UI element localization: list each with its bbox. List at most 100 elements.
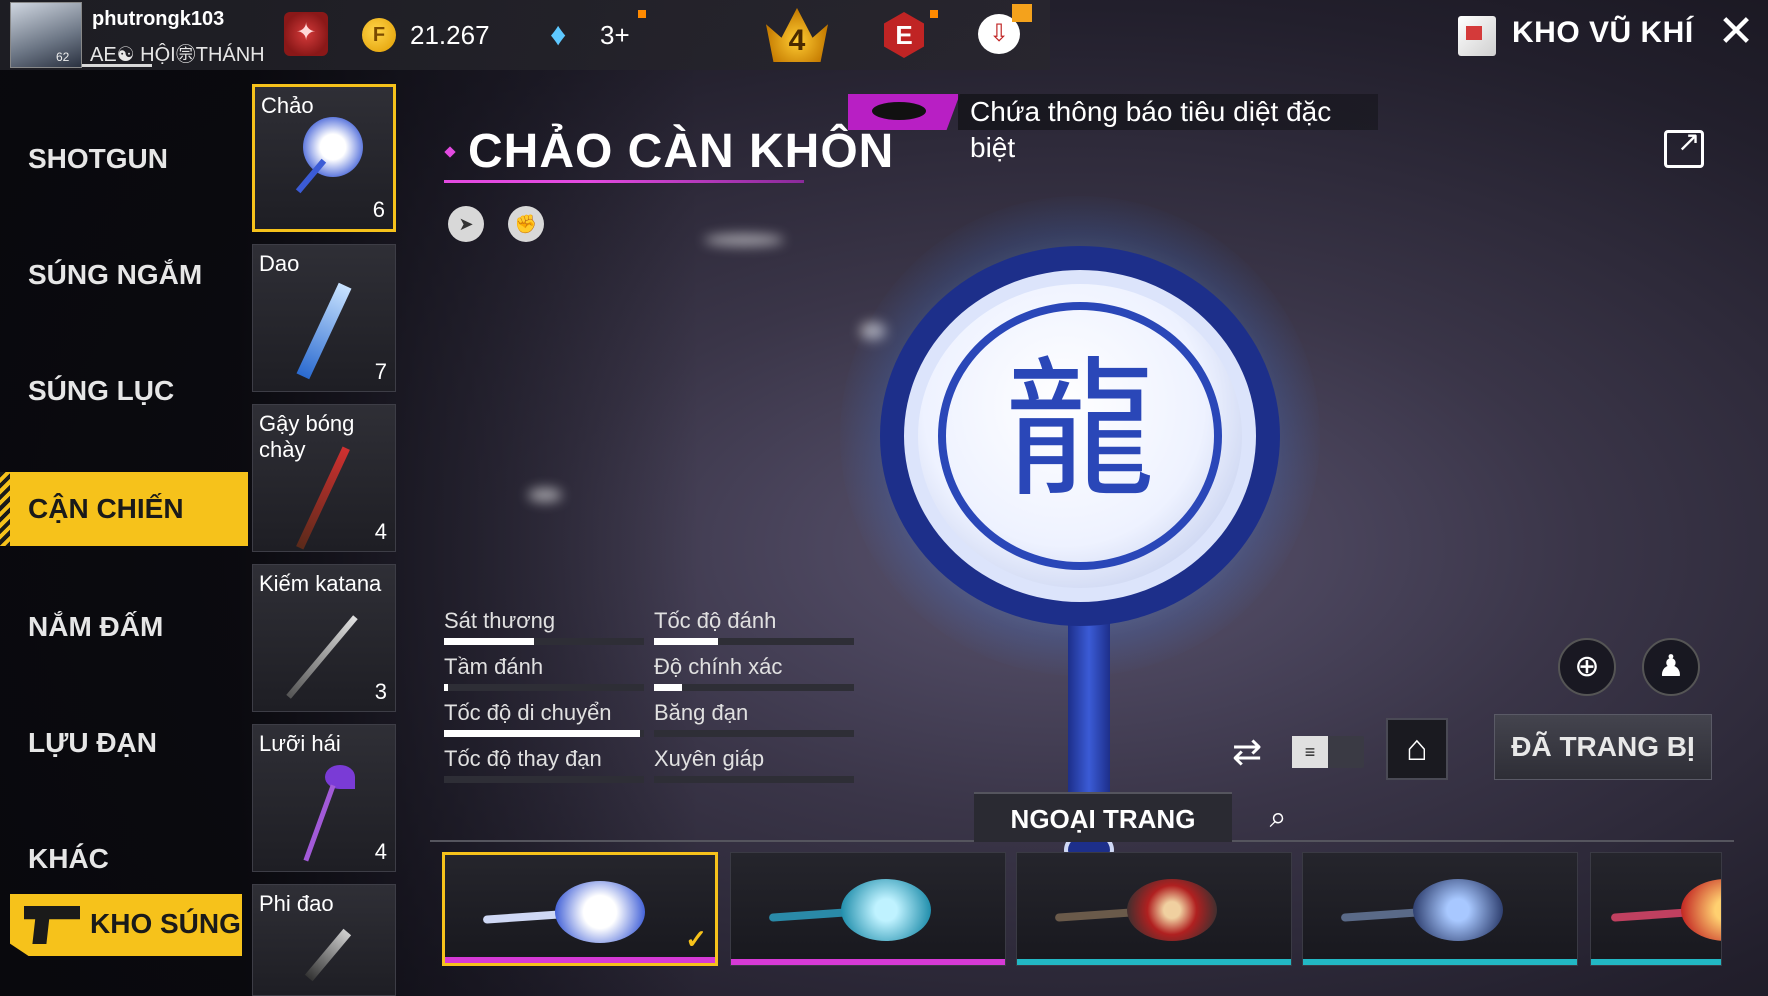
rank-badge-icon[interactable]	[284, 12, 328, 56]
stat-label: Tầm đánh	[444, 654, 544, 679]
stat-accuracy: Độ chính xác	[654, 654, 854, 694]
category-melee[interactable]: CẬN CHIẾN	[0, 472, 248, 546]
weapon-card-katana[interactable]: Kiếm katana 3	[252, 564, 396, 712]
character-preview-icon[interactable]: ♟	[1642, 638, 1700, 696]
stat-magazine: Băng đạn	[654, 700, 854, 740]
armory-book-icon	[1458, 16, 1496, 56]
throwing-knife-icon	[304, 928, 352, 982]
rarity-bar	[1303, 959, 1577, 965]
pan-mini-handle	[1054, 908, 1136, 922]
weapon-card-throwing-knife[interactable]: Phi đao	[252, 884, 396, 996]
kill-notice-text: Chứa thông báo tiêu diệt đặc biệt	[958, 94, 1378, 163]
check-icon: ✓	[685, 924, 707, 954]
pan-silhouette-icon	[872, 102, 926, 120]
stat-attack-speed: Tốc độ đánh	[654, 608, 854, 648]
pan-mini-handle	[1610, 908, 1692, 922]
guild-name: AE☯ HỘI㊪THÁNH	[90, 44, 265, 66]
weapon-name: Gậy bóng chày	[259, 411, 355, 462]
weapon-name: Lưỡi hái	[259, 731, 341, 756]
stat-fill	[444, 684, 448, 691]
weapon-count: 4	[374, 839, 387, 864]
category-shotgun[interactable]: SHOTGUN	[0, 122, 248, 196]
skin-thumb[interactable]	[730, 852, 1006, 966]
category-grenade[interactable]: LỰU ĐẠN	[0, 706, 248, 780]
katana-icon	[286, 615, 358, 699]
weapon-count: 7	[374, 359, 387, 384]
rarity-bar	[731, 959, 1005, 965]
gun-storage-label: KHO SÚNG	[90, 908, 241, 939]
stat-label: Xuyên giáp	[654, 746, 765, 771]
weapon-name: Dao	[259, 251, 300, 276]
rarity-bar	[445, 957, 715, 963]
weapon-card-pan[interactable]: Chảo 6	[252, 84, 396, 232]
equipped-button[interactable]: ĐÃ TRANG BỊ	[1494, 714, 1712, 780]
tab-skins[interactable]: NGOẠI TRANG	[974, 792, 1232, 842]
pan-mini	[841, 879, 931, 941]
skin-search-icon[interactable]: ⌕	[1258, 798, 1298, 838]
gift-icon	[1012, 4, 1032, 22]
stat-track	[444, 776, 644, 783]
melee-attribute-icon[interactable]: ✊	[508, 206, 544, 242]
category-other[interactable]: KHÁC	[0, 822, 248, 896]
pan-mini	[1127, 879, 1217, 941]
home-showcase-icon[interactable]: ⌂	[1386, 718, 1448, 780]
stat-track	[654, 730, 854, 737]
skin-thumb[interactable]	[1016, 852, 1292, 966]
stat-label: Sát thương	[444, 608, 556, 633]
stat-label: Băng đạn	[654, 700, 749, 725]
page-title: KHO VŨ KHÍ	[1512, 16, 1694, 49]
gold-coin-icon: F	[362, 18, 396, 52]
speed-attribute-icon[interactable]: ➤	[448, 206, 484, 242]
stat-reload-speed: Tốc độ thay đạn	[444, 746, 644, 786]
shuffle-icon[interactable]: ⇄	[1232, 734, 1278, 770]
gun-storage-button[interactable]: KHO SÚNG	[10, 894, 242, 956]
avatar-level: 62	[56, 50, 70, 64]
knife-icon	[296, 282, 352, 380]
skin-thumb[interactable]: ✓	[442, 852, 718, 966]
share-icon[interactable]	[1664, 125, 1704, 168]
list-toggle-knob: ≡	[1292, 736, 1328, 768]
weapon-card-bat[interactable]: Gậy bóng chày 4	[252, 404, 396, 552]
stat-label: Tốc độ đánh	[654, 608, 777, 633]
pan-mini	[555, 881, 645, 943]
scythe-handle	[303, 784, 336, 862]
stat-track	[654, 776, 854, 783]
zoom-in-icon[interactable]: ⊕	[1558, 638, 1616, 696]
category-fist[interactable]: NẮM ĐẤM	[0, 590, 248, 664]
skin-thumb[interactable]	[1590, 852, 1722, 966]
skin-thumb[interactable]	[1302, 852, 1578, 966]
background-light	[704, 234, 784, 246]
pan-mini-handle	[482, 910, 564, 924]
stat-track	[444, 684, 644, 691]
kill-notice-tag	[848, 94, 960, 130]
stat-armor-penetration: Xuyên giáp	[654, 746, 854, 786]
weapon-name: Kiếm katana	[259, 571, 382, 596]
weapon-card-knife[interactable]: Dao 7	[252, 244, 396, 392]
weapon-card-scythe[interactable]: Lưỡi hái 4	[252, 724, 396, 872]
category-pistol[interactable]: SÚNG LỤC	[0, 354, 248, 428]
pan-mini-handle	[768, 908, 850, 922]
stat-move-speed: Tốc độ di chuyển	[444, 700, 644, 740]
stat-label: Độ chính xác	[654, 654, 783, 679]
close-icon[interactable]: ✕	[1716, 10, 1756, 54]
weapon-name: Phi đao	[259, 891, 334, 916]
title-underline	[444, 180, 804, 183]
weapon-count: 6	[372, 197, 385, 222]
xp-bar	[82, 64, 152, 67]
dragon-emblem-icon: 龍	[1004, 346, 1155, 514]
pan-mini	[1413, 879, 1503, 941]
avatar[interactable]	[10, 2, 82, 68]
stat-fill	[444, 730, 640, 737]
stat-fill	[654, 684, 682, 691]
pan-mini-handle	[1340, 908, 1422, 922]
stat-damage: Sát thương	[444, 608, 644, 648]
list-toggle[interactable]: ≡	[1292, 736, 1364, 768]
weapon-count: 3	[374, 679, 387, 704]
notification-dot	[638, 10, 646, 18]
notification-dot	[930, 10, 938, 18]
weapon-title: CHẢO CÀN KHÔN	[468, 125, 895, 178]
pistol-icon	[24, 906, 80, 944]
gold-value: 21.267	[410, 20, 490, 50]
category-sniper[interactable]: SÚNG NGẮM	[0, 238, 248, 312]
diamond-value[interactable]: 3+	[600, 20, 630, 51]
